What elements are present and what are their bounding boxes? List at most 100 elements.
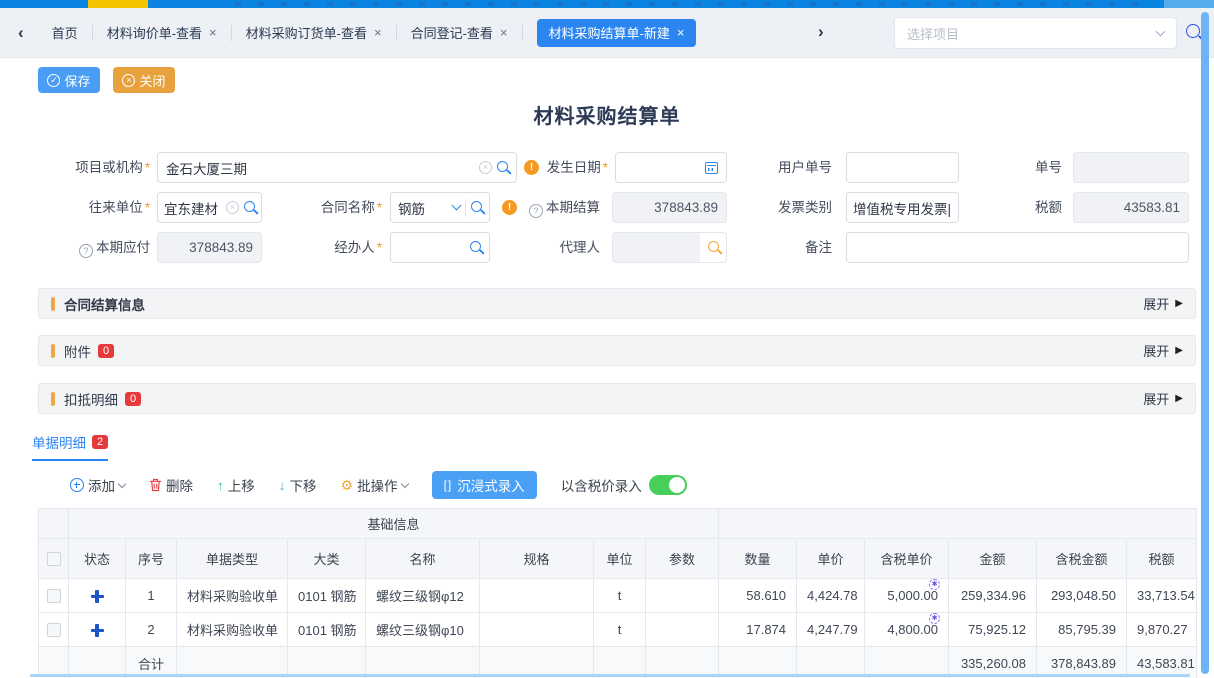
- col-header[interactable]: 规格: [480, 539, 594, 579]
- chevron-down-icon: [1156, 26, 1166, 36]
- section-marker: [51, 392, 55, 406]
- tab-home[interactable]: 首页: [38, 8, 92, 58]
- batch-operation-button[interactable]: ⚙ 批操作: [341, 475, 408, 495]
- agent-label: 代理人: [545, 232, 600, 263]
- cell-doc-type: 材料采购验收单: [177, 613, 288, 647]
- current-payable-label: ?本期应付: [40, 232, 150, 263]
- counterparty-field[interactable]: 宜东建材 ×: [157, 192, 262, 223]
- section-contract-settlement[interactable]: 合同结算信息 展开▶: [38, 288, 1196, 319]
- col-header[interactable]: 含税单价: [865, 539, 949, 579]
- expand-toggle[interactable]: 展开▶: [1143, 341, 1183, 360]
- invoice-type-field[interactable]: 增值税专用发票|13: [846, 192, 959, 223]
- section-deduction-detail[interactable]: 扣抵明细 0 展开▶: [38, 383, 1196, 414]
- contract-select[interactable]: 钢筋: [390, 192, 490, 223]
- col-header[interactable]: 税额: [1127, 539, 1197, 579]
- section-marker: [51, 297, 55, 311]
- tab-close-icon[interactable]: ×: [677, 25, 685, 40]
- project-field[interactable]: 金石大厦三期 ×: [157, 152, 517, 183]
- delete-row-button[interactable]: 删除: [149, 475, 193, 495]
- clear-icon[interactable]: ×: [479, 161, 492, 174]
- move-up-button[interactable]: ↑ 上移: [217, 475, 255, 495]
- row-checkbox[interactable]: [47, 589, 61, 603]
- search-icon[interactable]: [708, 240, 719, 255]
- check-circle-icon: ✓: [47, 74, 60, 87]
- current-settle-field: 378843.89: [612, 192, 727, 223]
- section-marker: [51, 344, 55, 358]
- close-button[interactable]: × 关闭: [113, 67, 175, 93]
- expand-toggle[interactable]: 展开▶: [1143, 294, 1183, 313]
- arrow-up-icon: ↑: [217, 478, 224, 493]
- expand-toggle[interactable]: 展开▶: [1143, 389, 1183, 408]
- tax-field: 43583.81: [1073, 192, 1189, 223]
- col-header[interactable]: 状态: [69, 539, 126, 579]
- col-header[interactable]: 名称: [366, 539, 480, 579]
- expand-arrow-icon: ▶: [1175, 393, 1183, 404]
- search-icon[interactable]: [471, 200, 482, 215]
- row-add-plus-icon[interactable]: [91, 590, 104, 603]
- search-icon[interactable]: [244, 200, 255, 215]
- cell-tax-price[interactable]: ✱ 5,000.00: [865, 579, 949, 613]
- search-segment[interactable]: [700, 233, 726, 262]
- tab-settlement-new-active[interactable]: 材料采购结算单-新建 ×: [537, 19, 697, 47]
- tax-entry-toggle[interactable]: [649, 475, 687, 495]
- col-header[interactable]: 大类: [288, 539, 366, 579]
- tab-contract-register[interactable]: 合同登记-查看 ×: [397, 8, 522, 58]
- occur-date-field[interactable]: [615, 152, 727, 183]
- header-select-all: [39, 539, 69, 579]
- gear-icon: ⚙: [341, 477, 354, 494]
- col-header[interactable]: 单据类型: [177, 539, 288, 579]
- row-add-plus-icon[interactable]: [91, 624, 104, 637]
- handler-field[interactable]: [390, 232, 490, 263]
- select-all-checkbox[interactable]: [47, 552, 61, 566]
- occur-date-label: 发生日期*: [545, 152, 608, 183]
- cell-param: [646, 613, 719, 647]
- tab-material-inquiry[interactable]: 材料询价单-查看 ×: [93, 8, 231, 58]
- col-header[interactable]: 金额: [949, 539, 1037, 579]
- cell-tax-price[interactable]: ✱ 4,800.00: [865, 613, 949, 647]
- project-select-placeholder: 选择项目: [907, 24, 1157, 43]
- search-icon[interactable]: [470, 240, 481, 255]
- cell-name: 螺纹三级钢φ12: [366, 579, 480, 613]
- horizontal-scrollbar[interactable]: [30, 674, 1190, 677]
- tab-close-icon[interactable]: ×: [209, 25, 217, 40]
- immersive-entry-button[interactable]: [] 沉浸式录入: [432, 471, 537, 499]
- project-select[interactable]: 选择项目: [894, 17, 1177, 49]
- close-circle-icon: ×: [122, 74, 135, 87]
- detail-count-badge: 2: [92, 435, 108, 449]
- tab-detail-lines[interactable]: 单据明细 2: [32, 432, 108, 461]
- col-header[interactable]: 序号: [126, 539, 177, 579]
- tab-purchase-order[interactable]: 材料采购订货单-查看 ×: [232, 8, 396, 58]
- remark-field[interactable]: [846, 232, 1189, 263]
- save-button[interactable]: ✓ 保存: [38, 67, 100, 93]
- tabs-scroll-left-icon[interactable]: ‹: [0, 23, 38, 43]
- search-icon[interactable]: [497, 160, 508, 175]
- global-search-icon[interactable]: [1186, 24, 1200, 43]
- section-attachments[interactable]: 附件 0 展开▶: [38, 335, 1196, 366]
- clear-icon[interactable]: ×: [226, 201, 239, 214]
- col-header[interactable]: 单价: [797, 539, 865, 579]
- col-header[interactable]: 单位: [594, 539, 646, 579]
- cell-amount: 75,925.12: [949, 613, 1037, 647]
- calendar-icon[interactable]: [705, 162, 718, 174]
- counterparty-label: 往来单位*: [40, 192, 150, 223]
- taskbar-right-segment: [1164, 0, 1214, 8]
- cell-doc-type: 材料采购验收单: [177, 579, 288, 613]
- tab-close-icon[interactable]: ×: [500, 25, 508, 40]
- tax-entry-label: 以含税价录入: [561, 475, 642, 495]
- tab-close-icon[interactable]: ×: [374, 25, 382, 40]
- table-row: 1 材料采购验收单 0101 钢筋 螺纹三级钢φ12 t 58.610 4,42…: [39, 579, 1197, 613]
- handler-label: 经办人*: [310, 232, 382, 263]
- vertical-scrollbar[interactable]: [1201, 12, 1209, 674]
- group-header-empty: [719, 509, 1197, 539]
- tabs-scroll-right-icon[interactable]: ›: [818, 22, 824, 42]
- user-no-field[interactable]: [846, 152, 959, 183]
- chevron-down-icon[interactable]: [452, 201, 462, 211]
- row-checkbox[interactable]: [47, 623, 61, 637]
- col-header[interactable]: 含税金额: [1037, 539, 1127, 579]
- info-icon: !: [524, 160, 539, 175]
- col-header[interactable]: 数量: [719, 539, 797, 579]
- current-payable-field: 378843.89: [157, 232, 262, 263]
- col-header[interactable]: 参数: [646, 539, 719, 579]
- add-row-button[interactable]: 添加: [70, 475, 125, 495]
- move-down-button[interactable]: ↓ 下移: [279, 475, 317, 495]
